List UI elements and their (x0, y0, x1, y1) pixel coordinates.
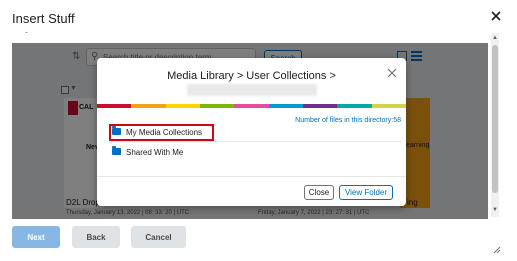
folder-label: My Media Collections (126, 128, 203, 137)
folder-icon (112, 146, 121, 155)
scroll-up-arrow-icon[interactable]: ▲ (492, 35, 498, 41)
close-button[interactable]: Close (304, 185, 334, 200)
close-icon[interactable] (386, 66, 398, 78)
scroll-down-arrow-icon[interactable]: ▼ (492, 207, 498, 213)
scroll-indicator-dash: - (25, 27, 28, 37)
color-stripe-segment (131, 104, 166, 108)
color-stripe-segment (268, 104, 303, 108)
modal-breadcrumb: Media Library > User Collections > (167, 70, 336, 82)
color-stripe-segment (371, 104, 406, 108)
resize-handle-icon[interactable] (493, 241, 501, 254)
view-folder-button[interactable]: View Folder (339, 185, 393, 200)
color-stripe-segment (234, 104, 269, 108)
color-stripe-segment (199, 104, 235, 108)
folder-item-shared-with-me[interactable]: Shared With Me (109, 144, 401, 162)
close-icon[interactable] (489, 9, 503, 23)
color-stripe (97, 104, 406, 108)
modal-divider (97, 176, 406, 177)
color-stripe-segment (165, 104, 200, 108)
dialog-title: Insert Stuff (12, 11, 75, 26)
next-button[interactable]: Next (12, 226, 60, 248)
cancel-button[interactable]: Cancel (131, 226, 186, 248)
folder-icon (112, 126, 121, 135)
folder-item-my-media-collections[interactable]: My Media Collections (109, 124, 401, 142)
blurred-user-name (187, 84, 317, 96)
color-stripe-segment (337, 104, 372, 108)
scrollbar-thumb[interactable] (492, 45, 498, 193)
folder-picker-modal: Media Library > User Collections > Numbe… (97, 58, 406, 206)
color-stripe-segment (97, 104, 132, 108)
back-button[interactable]: Back (72, 226, 120, 248)
folder-label: Shared With Me (126, 148, 184, 157)
insert-stuff-dialog: Insert Stuff - ⇅ ⚲ Search ▼ CAL Nev earn… (0, 0, 517, 261)
color-stripe-segment (302, 104, 338, 108)
files-count: Number of files in this directory:58 (295, 117, 401, 124)
